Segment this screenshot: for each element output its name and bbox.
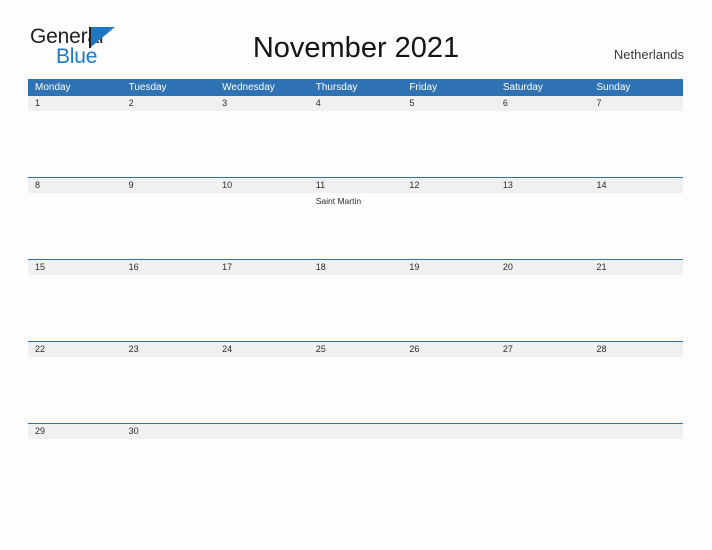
day-number[interactable]: 17 xyxy=(215,260,309,275)
day-number[interactable]: 21 xyxy=(589,260,683,275)
weekday-header-tuesday: Tuesday xyxy=(128,82,167,93)
day-cell xyxy=(215,439,309,505)
day-number[interactable]: 19 xyxy=(402,260,496,275)
day-cell[interactable] xyxy=(215,357,309,423)
day-number[interactable]: 25 xyxy=(309,342,403,357)
day-cell xyxy=(309,439,403,505)
day-number-empty xyxy=(309,424,403,439)
day-cell xyxy=(589,439,683,505)
page-header: General Blue November 2021 Netherlands xyxy=(0,0,712,67)
day-cell[interactable] xyxy=(122,111,216,177)
calendar-week-row: 15 16 17 18 19 20 21 xyxy=(28,259,683,341)
day-cell[interactable] xyxy=(122,357,216,423)
day-number[interactable]: 23 xyxy=(122,342,216,357)
weekday-header-sunday: Sunday xyxy=(596,82,631,93)
weekday-header-wednesday: Wednesday xyxy=(222,82,275,93)
day-cell xyxy=(496,439,590,505)
day-number[interactable]: 29 xyxy=(28,424,122,439)
day-number[interactable]: 20 xyxy=(496,260,590,275)
weekday-header-friday: Friday xyxy=(409,82,438,93)
day-number[interactable]: 9 xyxy=(122,178,216,193)
day-number[interactable]: 27 xyxy=(496,342,590,357)
day-number[interactable]: 7 xyxy=(589,96,683,111)
day-number[interactable]: 12 xyxy=(402,178,496,193)
day-cell[interactable] xyxy=(402,357,496,423)
day-cell[interactable] xyxy=(309,111,403,177)
day-number[interactable]: 22 xyxy=(28,342,122,357)
day-cell[interactable] xyxy=(28,439,122,505)
day-cell[interactable] xyxy=(215,111,309,177)
day-cell[interactable]: Saint Martin xyxy=(309,193,403,259)
day-cell[interactable] xyxy=(122,193,216,259)
day-cell[interactable] xyxy=(589,111,683,177)
calendar-week-row: 1 2 3 4 5 6 7 xyxy=(28,96,683,177)
day-cell[interactable] xyxy=(496,193,590,259)
day-cell[interactable] xyxy=(122,439,216,505)
day-number[interactable]: 8 xyxy=(28,178,122,193)
day-number[interactable]: 16 xyxy=(122,260,216,275)
day-number[interactable]: 11 xyxy=(309,178,403,193)
day-number[interactable]: 5 xyxy=(402,96,496,111)
day-cell[interactable] xyxy=(402,111,496,177)
week-date-band: 1 2 3 4 5 6 7 xyxy=(28,96,683,111)
locale-label: Netherlands xyxy=(613,47,684,62)
day-cell[interactable] xyxy=(122,275,216,341)
day-cell xyxy=(402,439,496,505)
week-event-band xyxy=(28,275,683,341)
day-cell[interactable] xyxy=(215,193,309,259)
calendar-week-row: 22 23 24 25 26 27 28 xyxy=(28,341,683,423)
day-cell[interactable] xyxy=(309,357,403,423)
day-cell[interactable] xyxy=(215,275,309,341)
day-cell[interactable] xyxy=(28,193,122,259)
weekday-header-saturday: Saturday xyxy=(502,82,543,93)
week-event-band: Saint Martin xyxy=(28,193,683,259)
day-cell[interactable] xyxy=(28,111,122,177)
week-date-band: 22 23 24 25 26 27 28 xyxy=(28,342,683,357)
event-label[interactable]: Saint Martin xyxy=(316,196,398,207)
day-cell[interactable] xyxy=(589,357,683,423)
day-number[interactable]: 18 xyxy=(309,260,403,275)
day-number-empty xyxy=(496,424,590,439)
day-number[interactable]: 1 xyxy=(28,96,122,111)
day-number[interactable]: 6 xyxy=(496,96,590,111)
week-event-band xyxy=(28,111,683,177)
week-event-band xyxy=(28,439,683,505)
day-number[interactable]: 2 xyxy=(122,96,216,111)
calendar-grid: Monday Tuesday Wednesday Thursday Friday… xyxy=(28,79,683,505)
page-title: November 2021 xyxy=(252,32,460,64)
day-number[interactable]: 10 xyxy=(215,178,309,193)
day-number[interactable]: 3 xyxy=(215,96,309,111)
week-date-band: 15 16 17 18 19 20 21 xyxy=(28,260,683,275)
day-number[interactable]: 4 xyxy=(309,96,403,111)
week-date-band: 8 9 10 11 12 13 14 xyxy=(28,178,683,193)
day-number-empty xyxy=(402,424,496,439)
day-number-empty xyxy=(589,424,683,439)
day-number[interactable]: 30 xyxy=(122,424,216,439)
day-number[interactable]: 15 xyxy=(28,260,122,275)
day-cell[interactable] xyxy=(589,275,683,341)
day-number[interactable]: 13 xyxy=(496,178,590,193)
weekday-header-row: Monday Tuesday Wednesday Thursday Friday… xyxy=(28,79,683,96)
week-date-band: 29 30 xyxy=(28,424,683,439)
day-cell[interactable] xyxy=(402,193,496,259)
day-cell[interactable] xyxy=(496,357,590,423)
weekday-header-monday: Monday xyxy=(35,82,71,93)
day-cell[interactable] xyxy=(28,357,122,423)
day-cell[interactable] xyxy=(496,275,590,341)
day-cell[interactable] xyxy=(28,275,122,341)
calendar-page: General Blue November 2021 Netherlands M… xyxy=(0,0,712,550)
calendar-week-row: 29 30 xyxy=(28,423,683,505)
calendar-week-row: 8 9 10 11 12 13 14 Saint Martin xyxy=(28,177,683,259)
weekday-header-thursday: Thursday xyxy=(315,82,358,93)
week-event-band xyxy=(28,357,683,423)
day-cell[interactable] xyxy=(589,193,683,259)
day-number-empty xyxy=(215,424,309,439)
day-cell[interactable] xyxy=(496,111,590,177)
day-cell[interactable] xyxy=(402,275,496,341)
day-number[interactable]: 14 xyxy=(589,178,683,193)
day-number[interactable]: 24 xyxy=(215,342,309,357)
day-cell[interactable] xyxy=(309,275,403,341)
day-number[interactable]: 26 xyxy=(402,342,496,357)
day-number[interactable]: 28 xyxy=(589,342,683,357)
